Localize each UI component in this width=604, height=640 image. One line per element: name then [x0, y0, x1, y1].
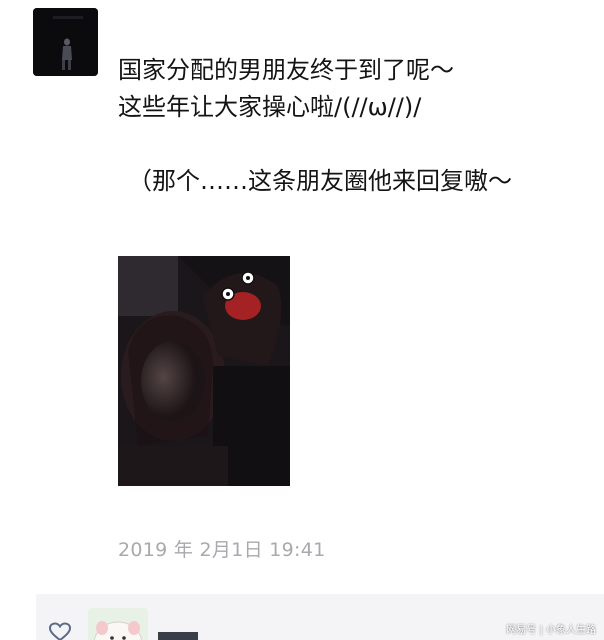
moments-post: 国家分配的男朋友终于到了呢～ 这些年让大家操心啦/(//ω//)/ （那个……这…	[0, 0, 604, 640]
post-text-line: （那个……这条朋友圈他来回复嗷～	[128, 167, 512, 195]
post-text-spacer	[118, 126, 588, 163]
liker-avatar-icon	[88, 608, 148, 640]
post-text: 国家分配的男朋友终于到了呢～ 这些年让大家操心啦/(//ω//)/ （那个……这…	[118, 52, 588, 200]
post-photo[interactable]	[118, 256, 290, 486]
watermark: 网易号 | 小象人生路	[506, 625, 596, 636]
post-text-line: 这些年让大家操心啦/(//ω//)/	[118, 93, 422, 121]
heart-icon[interactable]	[48, 622, 72, 640]
post-timestamp: 2019 年 2月1日 19:41	[118, 539, 326, 561]
user-avatar-icon	[33, 8, 98, 76]
liker-avatar[interactable]	[88, 608, 148, 640]
couple-photo-icon	[118, 256, 290, 486]
author-avatar[interactable]	[33, 8, 98, 76]
liker-avatar-2[interactable]	[158, 632, 198, 640]
post-text-line: 国家分配的男朋友终于到了呢～	[118, 56, 454, 84]
